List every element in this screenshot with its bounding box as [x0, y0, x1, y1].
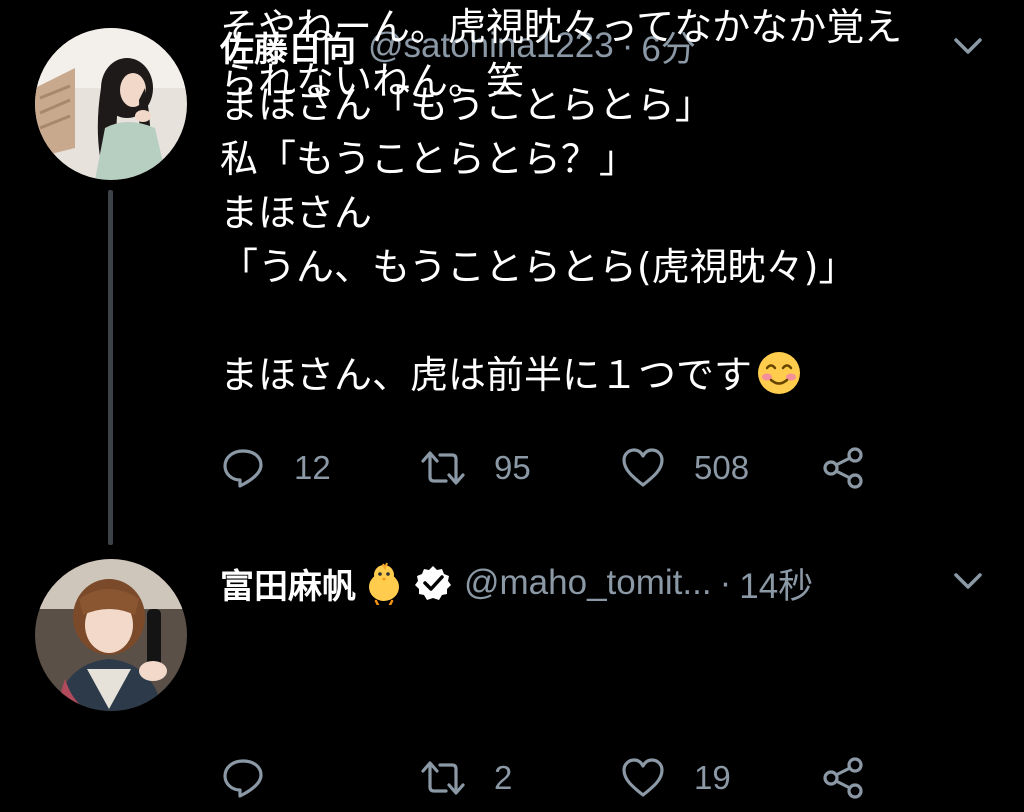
retweet-count: 95 [494, 449, 531, 486]
separator: · [719, 563, 732, 602]
chevron-down-icon[interactable] [948, 561, 988, 601]
tweet-line: 私「もうことらとら？」 [220, 137, 637, 181]
display-name[interactable]: 富田麻帆 [220, 559, 356, 608]
avatar-image [35, 559, 187, 711]
tweet-text: まほさん「もうことらとら」 私「もうことらとら？」 まほさん 「うん、もうことら… [220, 78, 984, 402]
action-bar: 2 19 [220, 748, 920, 808]
tweet-header: 富田麻帆 @maho_tomit... · 14秒 [220, 559, 914, 607]
like-count: 508 [694, 449, 750, 486]
heart-icon [622, 758, 664, 797]
avatar-image [35, 28, 187, 180]
retweet-button[interactable]: 95 [420, 438, 531, 498]
reply-icon [223, 759, 263, 798]
tweet-line: られないねん。笑 [220, 59, 525, 103]
retweet-button[interactable]: 2 [420, 748, 512, 808]
reply-button[interactable] [220, 748, 294, 808]
verified-badge-icon [415, 566, 451, 600]
retweet-icon [421, 761, 465, 795]
share-icon [823, 757, 863, 799]
reply-button[interactable]: 12 [220, 438, 331, 498]
tweet-line: まほさん [220, 191, 373, 235]
avatar[interactable] [35, 28, 187, 180]
retweet-icon [421, 451, 465, 485]
timestamp[interactable]: 14秒 [739, 558, 813, 609]
share-icon [823, 447, 863, 489]
tweet-line: 「うん、もうことらとら(虎視眈々)」 [220, 245, 857, 289]
reply-icon [223, 449, 263, 488]
action-bar: 12 95 508 [220, 438, 920, 498]
share-button[interactable] [820, 438, 866, 498]
thread-line [108, 190, 113, 545]
tweet-line: そやねーん。虎視眈々ってなかなか覚え [220, 5, 903, 49]
like-button[interactable]: 19 [620, 748, 731, 808]
like-count: 19 [694, 759, 731, 796]
like-button[interactable]: 508 [620, 438, 749, 498]
heart-icon [622, 448, 664, 487]
share-button[interactable] [820, 748, 866, 808]
reply-count: 12 [294, 449, 331, 486]
tweet-line: まほさん、虎は前半に１つです [220, 353, 753, 397]
chick-emoji-icon [369, 562, 399, 605]
smiling-face-emoji-icon [758, 352, 801, 394]
avatar[interactable] [35, 559, 187, 711]
handle[interactable]: @maho_tomit... [464, 563, 712, 603]
retweet-count: 2 [494, 759, 513, 796]
tweet-text: そやねーん。虎視眈々ってなかなか覚え られないねん。笑 [220, 0, 984, 108]
